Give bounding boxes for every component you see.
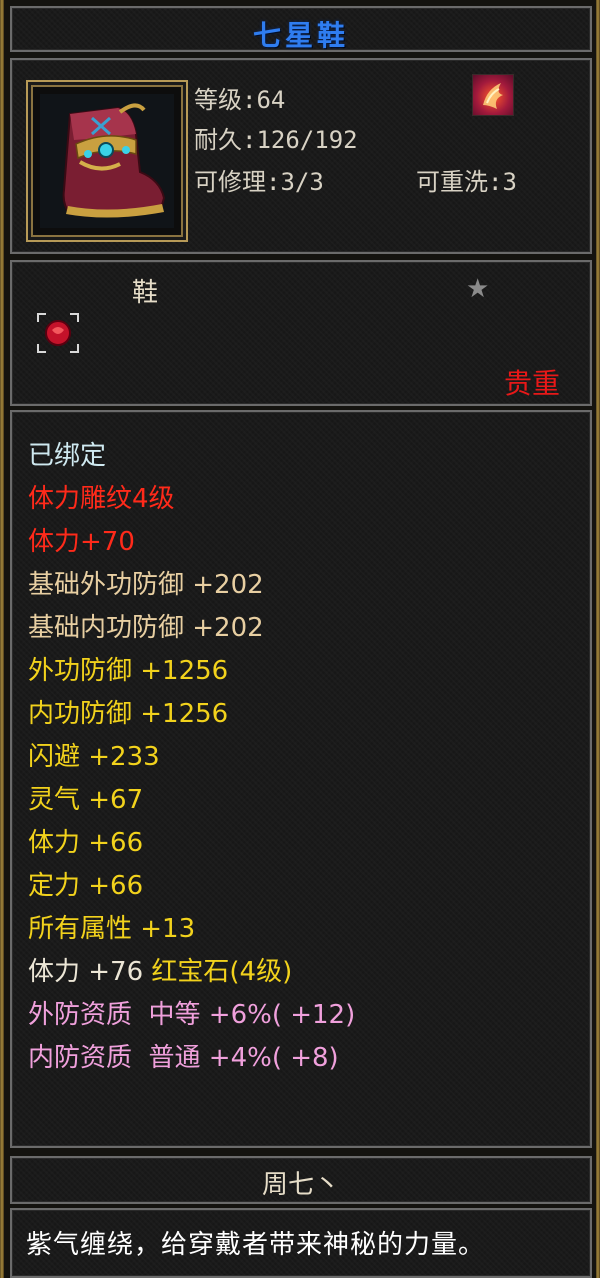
star-icon[interactable]: ★ xyxy=(466,274,489,304)
spirit-attr: 灵气 +67 xyxy=(28,785,144,815)
title-bar: 七星鞋 xyxy=(10,6,592,52)
item-repairable: 可修理:3/3 xyxy=(194,168,324,196)
engrave-attr: 体力雕纹4级 xyxy=(28,484,175,514)
fire-bird-glyph xyxy=(483,83,503,109)
attributes-panel: 已绑定 体力雕纹4级 体力+70 基础外功防御 +202 基础内功防御 +202… xyxy=(10,410,592,1148)
focus-attr: 定力 +66 xyxy=(28,871,144,901)
rarity-label: 贵重 xyxy=(503,367,560,400)
inner-defense: 内功防御 +1256 xyxy=(28,699,229,729)
gem-stat: 体力 +76 xyxy=(28,957,144,987)
description-panel: 紫气缠绕，给穿戴者带来神秘的力量。 xyxy=(10,1208,592,1278)
stamina-attr: 体力 +66 xyxy=(28,828,144,858)
item-durability: 耐久:126/192 xyxy=(194,126,358,154)
boot-icon xyxy=(40,94,174,228)
fire-bird-icon[interactable] xyxy=(472,74,514,116)
item-icon-frame[interactable] xyxy=(26,80,188,242)
item-rewash: 可重洗:3 xyxy=(416,168,517,196)
frame-edge-left xyxy=(0,0,4,1278)
frame-edge-right xyxy=(596,0,600,1278)
outer-defense: 外功防御 +1256 xyxy=(28,656,229,686)
engrave-bonus: 体力+70 xyxy=(28,527,135,557)
item-tooltip: 七星鞋 等级:64 耐久:126/192 可修理:3/3 可重洗:3 鞋 ★ 贵… xyxy=(0,0,600,1278)
gem-line: 体力 +76 红宝石(4级) xyxy=(28,954,292,990)
item-title: 七星鞋 xyxy=(252,19,349,52)
category-panel: 鞋 ★ 贵重 xyxy=(10,260,592,406)
gem-name: 红宝石(4级) xyxy=(151,957,293,987)
gem-slot-glyph xyxy=(37,313,79,353)
base-inner-defense: 基础内功防御 +202 xyxy=(28,613,264,643)
dodge-attr: 闪避 +233 xyxy=(28,742,160,772)
item-description: 紫气缠绕，给穿戴者带来神秘的力量。 xyxy=(26,1230,486,1260)
base-outer-defense: 基础外功防御 +202 xyxy=(28,570,264,600)
inner-aptitude: 内防资质 普通 +4%( +8) xyxy=(28,1043,339,1073)
owner-name: 周七丶 xyxy=(261,1170,340,1200)
all-attributes: 所有属性 +13 xyxy=(28,914,196,944)
info-panel: 等级:64 耐久:126/192 可修理:3/3 可重洗:3 xyxy=(10,58,592,254)
owner-bar: 周七丶 xyxy=(10,1156,592,1204)
ruby-slot-icon[interactable] xyxy=(36,312,80,354)
item-type: 鞋 xyxy=(132,278,159,308)
item-level: 等级:64 xyxy=(194,86,286,114)
bound-status: 已绑定 xyxy=(28,441,107,471)
outer-aptitude: 外防资质 中等 +6%( +12) xyxy=(28,1000,356,1030)
